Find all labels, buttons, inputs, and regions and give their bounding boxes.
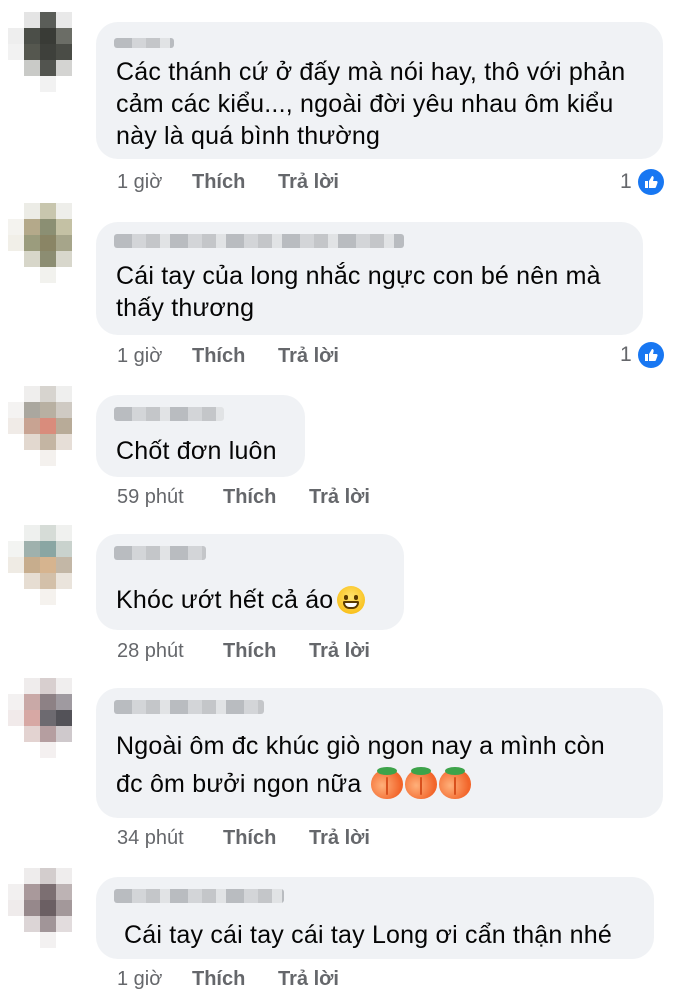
comment-text: Cái tay cái tay cái tay Long ơi cẩn thận… <box>124 919 612 951</box>
comment-meta: 1 giờ Thích Trả lời <box>117 345 339 368</box>
like-link[interactable]: Thích <box>223 640 309 663</box>
peach-icon <box>371 767 404 799</box>
comment-text: Khóc ướt hết cả áo <box>116 584 366 616</box>
comment-text-line: đc ôm bưởi ngon nữa <box>116 770 362 798</box>
author-name-blurred[interactable] <box>114 889 284 903</box>
comment-time[interactable]: 59 phút <box>117 486 223 509</box>
comment-bubble: Chốt đơn luôn <box>96 395 305 477</box>
comment-text-line: cảm các kiểu..., ngoài đời yêu nhau ôm k… <box>116 90 614 118</box>
like-reaction-icon <box>637 169 664 195</box>
comment-avatar[interactable] <box>8 525 88 605</box>
comment-bubble: Các thánh cứ ở đấy mà nói hay, thô với p… <box>96 22 663 159</box>
like-link[interactable]: Thích <box>192 345 278 368</box>
comment-text-line: Cái tay của long nhắc ngực con bé nên mà <box>116 262 601 290</box>
comment-bubble: Ngoài ôm đc khúc giò ngon nay a mình còn… <box>96 688 663 818</box>
comment-meta: 1 giờ Thích Trả lời <box>117 968 339 991</box>
comment-avatar[interactable] <box>8 386 88 466</box>
comment-bubble: Khóc ướt hết cả áo <box>96 534 404 630</box>
comment-text-line: Ngoài ôm đc khúc giò ngon nay a mình còn <box>116 732 605 760</box>
comment-text-row: đc ôm bưởi ngon nữa <box>116 767 605 800</box>
author-name-blurred[interactable] <box>114 546 206 560</box>
reaction-number: 1 <box>620 170 632 193</box>
like-link[interactable]: Thích <box>223 486 309 509</box>
comment-avatar[interactable] <box>8 678 88 758</box>
comment-bubble: Cái tay cái tay cái tay Long ơi cẩn thận… <box>96 877 654 959</box>
author-name-blurred[interactable] <box>114 234 404 248</box>
comment-text: Cái tay của long nhắc ngực con bé nên mà… <box>116 260 601 324</box>
author-name-blurred[interactable] <box>114 38 174 48</box>
comment-meta: 34 phút Thích Trả lời <box>117 827 370 850</box>
comment-time[interactable]: 34 phút <box>117 827 223 850</box>
comment-meta: 1 giờ Thích Trả lời <box>117 171 339 194</box>
reply-link[interactable]: Trả lời <box>309 486 370 509</box>
like-reaction-icon <box>637 342 664 368</box>
comment-text-line: Cái tay cái tay cái tay Long ơi cẩn thận… <box>124 921 612 949</box>
comment-text: Chốt đơn luôn <box>116 435 277 467</box>
author-name-blurred[interactable] <box>114 407 224 421</box>
comment-text-line: Các thánh cứ ở đấy mà nói hay, thô với p… <box>116 58 626 86</box>
comment-text-line: thấy thương <box>116 294 255 322</box>
comment-meta: 28 phút Thích Trả lời <box>117 640 370 663</box>
comment-text-line: này là quá bình thường <box>116 122 381 150</box>
reply-link[interactable]: Trả lời <box>278 171 339 194</box>
comment-time[interactable]: 1 giờ <box>117 171 192 194</box>
reply-link[interactable]: Trả lời <box>309 827 370 850</box>
peach-icon <box>439 767 472 799</box>
comment-text-line: Chốt đơn luôn <box>116 437 277 465</box>
author-name-blurred[interactable] <box>114 700 264 714</box>
reaction-count[interactable]: 1 <box>620 169 664 195</box>
comment-time[interactable]: 1 giờ <box>117 968 192 991</box>
grinning-face-icon <box>337 586 366 614</box>
reply-link[interactable]: Trả lời <box>278 345 339 368</box>
comment-avatar[interactable] <box>8 203 88 283</box>
reply-link[interactable]: Trả lời <box>278 968 339 991</box>
comment-text: Ngoài ôm đc khúc giò ngon nay a mình còn… <box>116 730 605 800</box>
like-link[interactable]: Thích <box>223 827 309 850</box>
comment-text-line: Khóc ướt hết cả áo <box>116 586 334 614</box>
comment-text: Các thánh cứ ở đấy mà nói hay, thô với p… <box>116 56 625 152</box>
like-link[interactable]: Thích <box>192 171 278 194</box>
peach-icon <box>405 767 438 799</box>
like-link[interactable]: Thích <box>192 968 278 991</box>
comment-meta: 59 phút Thích Trả lời <box>117 486 370 509</box>
reaction-count[interactable]: 1 <box>620 342 664 368</box>
comment-time[interactable]: 1 giờ <box>117 345 192 368</box>
comment-avatar[interactable] <box>8 868 88 948</box>
comment-avatar[interactable] <box>8 12 88 92</box>
reaction-number: 1 <box>620 343 632 366</box>
reply-link[interactable]: Trả lời <box>309 640 370 663</box>
comment-time[interactable]: 28 phút <box>117 640 223 663</box>
comment-bubble: Cái tay của long nhắc ngực con bé nên mà… <box>96 222 643 335</box>
